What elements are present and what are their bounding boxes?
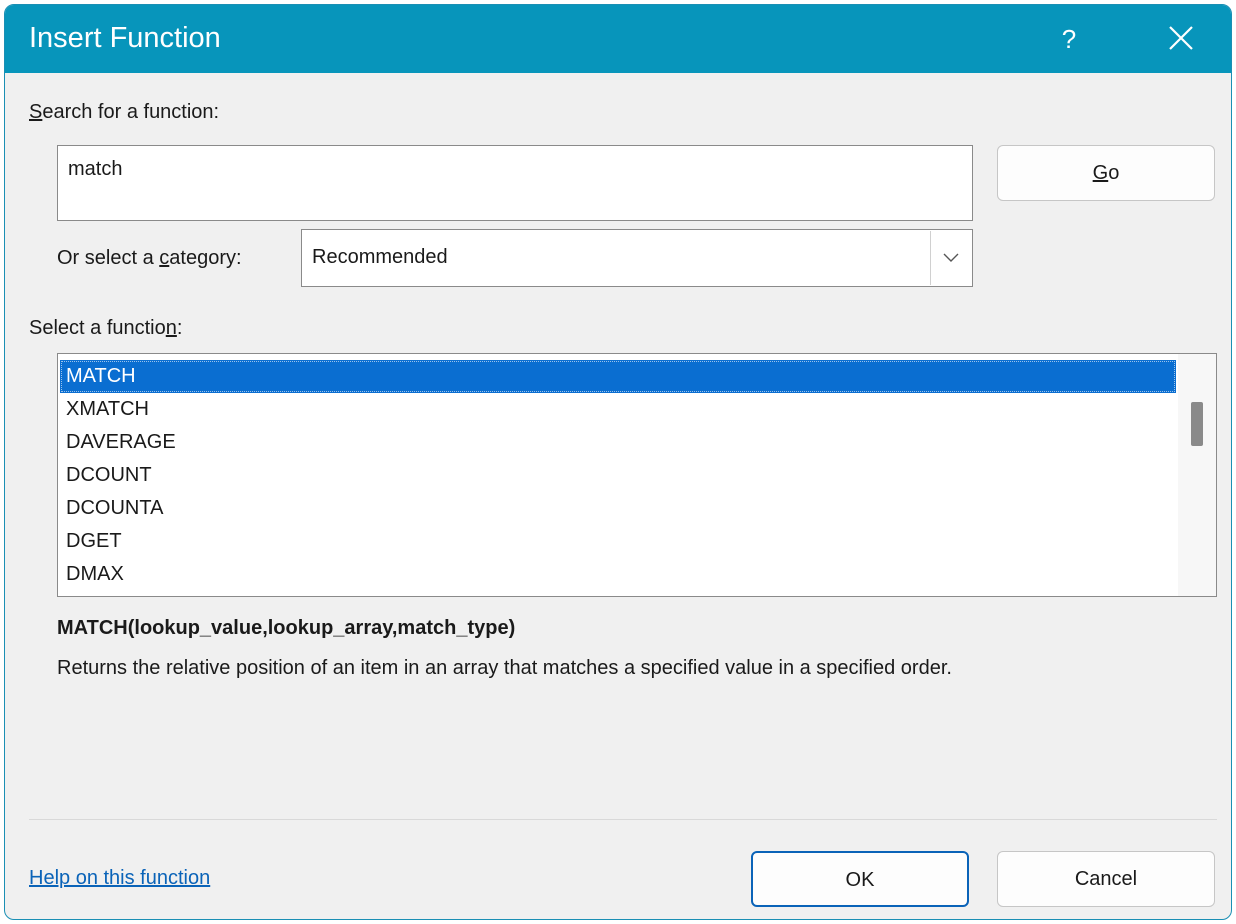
function-list-item[interactable]: XMATCH	[60, 393, 1176, 426]
go-text: o	[1108, 162, 1120, 184]
category-selected-value: Recommended	[312, 246, 448, 268]
function-listbox[interactable]: MATCH XMATCH DAVERAGE DCOUNT DCOUNTA DGE…	[57, 353, 1217, 597]
go-button[interactable]: Go	[997, 145, 1215, 201]
function-list-item[interactable]: DCOUNTA	[60, 492, 1176, 525]
search-input[interactable]: match	[57, 145, 973, 221]
go-mnemonic: G	[1092, 162, 1109, 184]
function-list-item[interactable]: DCOUNT	[60, 459, 1176, 492]
function-description: Returns the relative position of an item…	[57, 657, 952, 679]
function-list-item[interactable]: DMAX	[60, 558, 1176, 591]
window-title: Insert Function	[29, 22, 221, 54]
functions-label-post: :	[176, 317, 183, 339]
search-label: Search for a function:	[29, 101, 219, 124]
functions-label-mnemonic: n	[165, 317, 177, 339]
function-list-scrollbar[interactable]	[1178, 354, 1216, 596]
function-list-item[interactable]: DAVERAGE	[60, 426, 1176, 459]
close-icon	[1169, 26, 1193, 50]
scrollbar-thumb[interactable]	[1191, 402, 1203, 446]
help-on-function-link[interactable]: Help on this function	[29, 867, 210, 890]
category-label-post: ategory:	[169, 247, 242, 269]
category-label: Or select a category:	[57, 247, 242, 270]
search-label-text: earch for a function:	[42, 101, 220, 123]
category-label-mnemonic: c	[159, 247, 170, 269]
help-button[interactable]: ?	[1041, 13, 1097, 65]
cancel-button[interactable]: Cancel	[997, 851, 1215, 907]
functions-label: Select a function:	[29, 317, 182, 340]
category-label-pre: Or select a	[57, 247, 160, 269]
ok-button[interactable]: OK	[751, 851, 969, 907]
functions-label-pre: Select a functio	[29, 317, 166, 339]
chevron-down-icon	[943, 253, 959, 262]
function-list-item[interactable]: DGET	[60, 525, 1176, 558]
category-dropdown[interactable]: Recommended	[301, 229, 973, 287]
title-bar: Insert Function ?	[5, 5, 1231, 73]
function-list-item[interactable]: MATCH	[60, 360, 1176, 393]
close-button[interactable]	[1141, 9, 1221, 69]
function-syntax: MATCH(lookup_value,lookup_array,match_ty…	[57, 617, 516, 639]
category-dropdown-arrow[interactable]	[930, 231, 971, 285]
search-label-mnemonic: S	[29, 101, 43, 123]
function-list: MATCH XMATCH DAVERAGE DCOUNT DCOUNTA DGE…	[60, 360, 1176, 591]
insert-function-dialog: Insert Function ? Search for a function:…	[4, 4, 1232, 920]
footer-divider	[29, 819, 1217, 820]
